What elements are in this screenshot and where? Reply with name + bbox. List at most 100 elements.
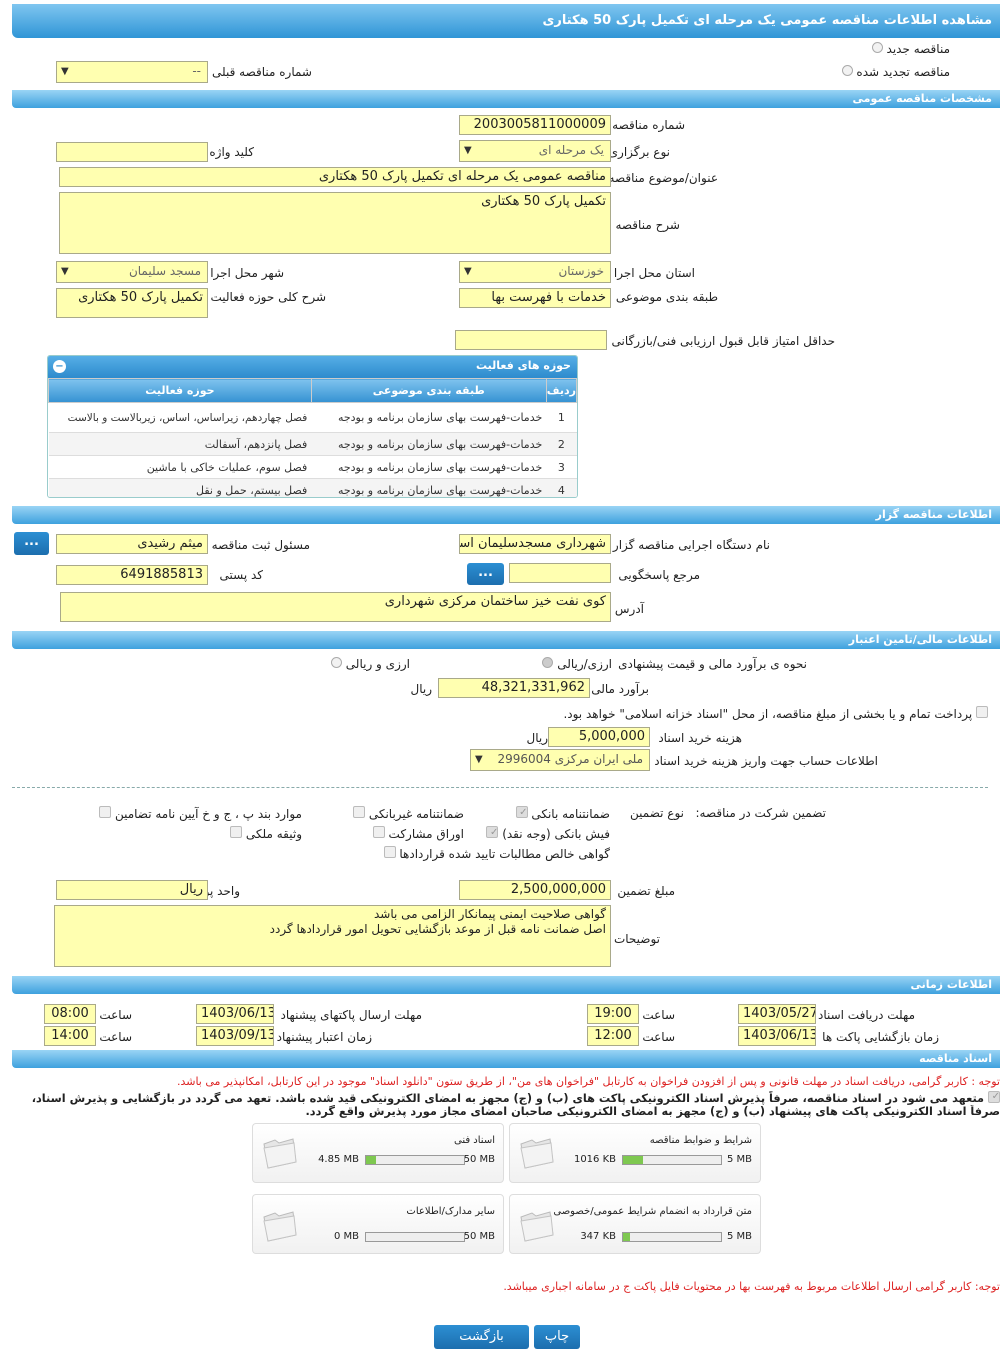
amount-field[interactable]: 2,500,000,000 (459, 880, 611, 900)
guarantee-label: تضمین شرکت در مناقصه: (695, 806, 826, 820)
renewed-tender-option[interactable]: مناقصه تجدید شده (841, 65, 950, 79)
activities-panel: حوزه های فعالیت − ردیف طبقه بندی موضوعی … (47, 355, 578, 498)
number-field[interactable]: 2003005811000009 (459, 115, 611, 135)
docs-note-1: توجه : کاربر گرامی، دریافت اسناد در مهلت… (176, 1075, 1000, 1088)
send-time[interactable]: 08:00 (44, 1004, 96, 1024)
postal-field[interactable]: 6491885813 (56, 565, 208, 585)
unit-field[interactable]: ریال (56, 880, 208, 900)
subject-field[interactable]: مناقصه عمومی یک مرحله ای تکمیل پارک 50 ه… (59, 167, 611, 187)
desc-field[interactable]: تکمیل پارک 50 هکتاری (59, 192, 611, 254)
row-category: خدمات-فهرست بهای سازمان برنامه و بودجه (311, 478, 547, 497)
treasury-checkbox[interactable] (976, 706, 988, 718)
valid-date[interactable]: 1403/09/13 (196, 1026, 274, 1046)
file-max: 5 MB (726, 1154, 752, 1165)
guarantee-property-checkbox[interactable] (230, 826, 243, 838)
folder-icon (518, 1134, 556, 1175)
guarantee-bonds-checkbox[interactable] (372, 826, 385, 838)
file-name: سایر مدارک/اطلاعات (406, 1206, 495, 1217)
row-activity: فصل بیستم، حمل و نقل (48, 478, 312, 497)
keyword-label: کلید واژه (209, 145, 254, 159)
city-select[interactable]: مسجد سلیمان ▼ (56, 261, 208, 283)
folder-icon (261, 1134, 299, 1175)
city-value: مسجد سلیمان (128, 264, 201, 278)
guarantee-claims-option[interactable]: گواهی خالص مطالبات تایید شده قراردادها (383, 846, 610, 861)
file-card[interactable]: سایر مدارک/اطلاعات 50 MB 0 MB (252, 1194, 504, 1254)
docs-note-4: توجه: کاربر گرامی ارسال اطلاعات مربوط به… (503, 1280, 1000, 1293)
prev-number-select[interactable]: -- ▼ (56, 61, 208, 83)
treasury-option[interactable]: پرداخت تمام و یا بخشی از مبلغ مناقصه، از… (563, 706, 988, 721)
category-field[interactable]: خدمات با فهرست بها (459, 288, 611, 308)
resp-lookup-button[interactable]: ... (14, 532, 49, 555)
new-tender-option[interactable]: مناقصه جدید (871, 42, 950, 56)
commit-checkbox[interactable] (988, 1091, 1000, 1103)
guarantee-nonbank-checkbox[interactable] (352, 806, 365, 818)
province-value: خوزستان (558, 264, 604, 278)
file-card[interactable]: متن قرارداد به انضمام شرایط عمومی/خصوصی … (509, 1194, 761, 1254)
docfee-field[interactable]: 5,000,000 (548, 727, 650, 747)
guarantee-bank-option[interactable]: ضمانتنامه بانکی (515, 806, 610, 821)
print-button[interactable]: چاپ (534, 1325, 580, 1349)
type-select[interactable]: یک مرحله ای ▼ (459, 140, 611, 162)
open-date[interactable]: 1403/06/13 (738, 1026, 816, 1046)
collapse-icon[interactable]: − (53, 360, 66, 373)
file-progress (622, 1155, 722, 1165)
method-option-1-radio[interactable] (542, 657, 554, 668)
resp-label: مسئول ثبت مناقصه (211, 538, 310, 552)
chevron-down-icon: ▼ (61, 66, 69, 77)
guarantee-property-option[interactable]: وثیقه ملکی (230, 826, 302, 841)
method-option-2[interactable]: ارزی و ریالی (330, 657, 410, 671)
renewed-tender-radio[interactable] (841, 65, 853, 76)
guarantee-cash-checkbox[interactable] (486, 826, 499, 838)
account-select[interactable]: ملی ایران مرکزی 2996004 ▼ (470, 749, 650, 771)
new-tender-label: مناقصه جدید (886, 42, 950, 56)
estimate-field[interactable]: 48,321,331,962 (438, 678, 590, 698)
guarantee-claims-checkbox[interactable] (383, 846, 396, 858)
activities-header: حوزه های فعالیت − (48, 356, 577, 378)
file-card[interactable]: شرایط و ضوابط مناقصه 5 MB 1016 KB (509, 1123, 761, 1183)
ref-lookup-button[interactable]: ... (467, 563, 504, 585)
province-label: استان محل اجرا (613, 266, 695, 280)
minscore-field[interactable] (455, 330, 607, 350)
ref-field[interactable] (509, 563, 611, 583)
send-date[interactable]: 1403/06/13 (196, 1004, 274, 1024)
receive-time-label: ساعت (642, 1008, 675, 1022)
file-card[interactable]: اسناد فنی 50 MB 4.85 MB (252, 1123, 504, 1183)
guarantee-clauses-option[interactable]: موارد بند پ ، ج و خ آیین نامه تضامین (99, 806, 302, 821)
back-button[interactable]: بازگشت (434, 1325, 529, 1349)
open-time[interactable]: 12:00 (587, 1026, 639, 1046)
address-field[interactable]: کوی نفت خیز ساختمان مرکزی شهرداری (60, 592, 611, 622)
city-label: شهر محل اجرا (210, 266, 284, 280)
type-label: نوع برگزاری (608, 145, 670, 159)
guarantee-bank-checkbox[interactable] (515, 806, 528, 818)
method-option-1[interactable]: ارزی/ریالی (542, 657, 612, 671)
resp-field[interactable]: میثم رشیدی (56, 534, 208, 554)
guarantee-cash-option[interactable]: فیش بانکی (وجه نقد) (486, 826, 610, 841)
table-row: 4 خدمات-فهرست بهای سازمان برنامه و بودجه ف… (48, 478, 577, 497)
guarantee-bonds-label: اوراق مشارکت (388, 827, 464, 841)
method-option-2-radio[interactable] (330, 657, 342, 668)
scope-field[interactable]: تکمیل پارک 50 هکتاری (56, 288, 208, 318)
new-tender-radio[interactable] (871, 42, 883, 53)
row-number: 4 (546, 478, 577, 497)
address-label: آدرس (614, 602, 644, 616)
table-row: 1 خدمات-فهرست بهای سازمان برنامه و بودجه ف… (48, 402, 577, 433)
org-name-field[interactable]: شهرداری مسجدسلیمان استان (459, 534, 611, 554)
receive-date[interactable]: 1403/05/27 (738, 1004, 816, 1024)
amount-label: مبلغ تضمین (617, 884, 675, 898)
row-activity: فصل پانزدهم، آسفالت (48, 432, 312, 456)
treasury-text: پرداخت تمام و یا بخشی از مبلغ مناقصه، از… (563, 707, 973, 721)
docs-note-2-text: متعهد می شود در اسناد مناقصه، صرفاً پذیر… (31, 1092, 985, 1105)
province-select[interactable]: خوزستان ▼ (459, 261, 611, 283)
prev-number-label: شماره مناقصه قبلی (212, 65, 312, 79)
guarantee-nonbank-option[interactable]: ضمانتنامه غیربانکی (352, 806, 464, 821)
keyword-field[interactable] (56, 142, 208, 162)
guarantee-bonds-option[interactable]: اوراق مشارکت (372, 826, 464, 841)
folder-icon (518, 1207, 556, 1248)
guarantee-clauses-checkbox[interactable] (99, 806, 112, 818)
col-activity: حوزه فعالیت (48, 378, 312, 403)
guarantee-cash-label: فیش بانکی (وجه نقد) (502, 827, 610, 841)
valid-time[interactable]: 14:00 (44, 1026, 96, 1046)
notes-field[interactable]: گواهی صلاحیت ایمنی پیمانکار الزامی می با… (54, 905, 611, 967)
receive-time[interactable]: 19:00 (587, 1004, 639, 1024)
activities-table: ردیف طبقه بندی موضوعی حوزه فعالیت 1 خدمات… (48, 378, 577, 497)
